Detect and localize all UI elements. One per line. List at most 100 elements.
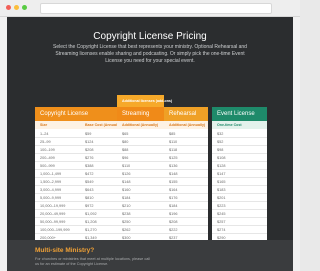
pricing-page: Copyright License Pricing Select the Cop… — [7, 17, 293, 271]
table-row: $32 — [212, 130, 267, 138]
price-cell: $155 — [169, 180, 178, 184]
price-cell: $274 — [217, 228, 226, 232]
streaming-title: Streaming — [117, 107, 164, 121]
table-row: $148 — [164, 170, 208, 178]
copyright-license-card: Copyright License Size Base Cost (Annual… — [35, 107, 117, 242]
rehearsal-title: Rehearsal — [164, 107, 208, 121]
table-row: $238 — [117, 210, 164, 218]
event-license-card: Event License One-time Cost $32 $52 $98 $10… — [212, 107, 267, 242]
table-row: 10,000–19,999 $972 — [35, 202, 117, 210]
table-row: $125 — [164, 154, 208, 162]
price-cell: $643 — [85, 188, 94, 192]
price-cell: $1,092 — [85, 212, 97, 216]
price-cell: $1,270 — [85, 228, 97, 232]
browser-toolbar — [0, 0, 300, 17]
table-row: $183 — [212, 186, 267, 194]
price-cell: $136 — [169, 164, 178, 168]
size-cell: 1–24 — [40, 132, 49, 136]
price-cell: $160 — [122, 188, 131, 192]
price-cell: $262 — [122, 228, 131, 232]
table-row: $160 — [117, 186, 164, 194]
size-column-header: Size — [40, 123, 48, 127]
price-cell: $210 — [122, 204, 131, 208]
price-cell: $59 — [85, 132, 92, 136]
table-row: 3,000–4,999 $643 — [35, 186, 117, 194]
table-row: $108 — [212, 154, 267, 162]
price-cell: $276 — [85, 156, 94, 160]
size-cell: 50,000–99,999 — [40, 220, 66, 224]
price-cell: $124 — [85, 140, 94, 144]
table-row: $85 — [164, 130, 208, 138]
table-row: $98 — [212, 146, 267, 154]
table-row: 5,000–9,999 $810 — [35, 194, 117, 202]
price-cell: $810 — [85, 196, 94, 200]
table-row: $136 — [164, 162, 208, 170]
price-cell: $201 — [217, 196, 226, 200]
rehearsal-rows: $85 $110 $118 $125 $136 $148 $155 $164 $176 $184 $… — [164, 129, 208, 242]
price-cell: $65 — [122, 132, 129, 136]
size-cell: 1,000–1,499 — [40, 172, 62, 176]
table-row: $118 — [164, 146, 208, 154]
address-bar[interactable] — [40, 3, 272, 14]
table-row: $155 — [164, 178, 208, 186]
price-cell: $176 — [169, 196, 178, 200]
close-window-icon[interactable] — [6, 5, 11, 10]
price-cell: $147 — [217, 172, 226, 176]
price-cell: $184 — [122, 196, 131, 200]
price-cell: $108 — [217, 156, 226, 160]
multi-site-section: Multi-site Ministry? For churches or min… — [7, 240, 293, 271]
minimize-window-icon[interactable] — [14, 5, 19, 10]
price-cell: $549 — [85, 180, 94, 184]
price-cell: $85 — [169, 132, 176, 136]
price-cell: $184 — [169, 204, 178, 208]
table-row: 500–999 $388 — [35, 162, 117, 170]
table-row: $80 — [117, 138, 164, 146]
table-row: $222 — [164, 226, 208, 234]
price-cell: $52 — [217, 140, 224, 144]
price-cell: $222 — [169, 228, 178, 232]
price-cell: $972 — [85, 204, 94, 208]
size-cell: 10,000–19,999 — [40, 204, 66, 208]
event-rows: $32 $52 $98 $108 $128 $147 $165 $183 $201 $223 $24… — [212, 129, 267, 242]
price-cell: $110 — [169, 140, 178, 144]
table-row: 100–199 $208 — [35, 146, 117, 154]
streaming-rows: $65 $80 $88 $96 $110 $126 $148 $160 $184 $210 $238… — [117, 129, 164, 242]
table-row: $96 — [117, 154, 164, 162]
table-row: $184 — [117, 194, 164, 202]
price-cell: $208 — [169, 220, 178, 224]
table-row: 1,500–2,999 $549 — [35, 178, 117, 186]
size-cell: 100–199 — [40, 148, 55, 152]
price-cell: $257 — [217, 220, 226, 224]
size-cell: 500–999 — [40, 164, 55, 168]
price-cell: $165 — [217, 180, 226, 184]
table-row: $250 — [117, 218, 164, 226]
table-row: $110 — [117, 162, 164, 170]
copyright-column-headers: Size Base Cost (Annually) — [35, 121, 117, 129]
table-row: 1,000–1,499 $472 — [35, 170, 117, 178]
rehearsal-column-header: Additional (Annually) — [164, 121, 208, 129]
browser-window: Copyright License Pricing Select the Cop… — [0, 0, 300, 271]
price-cell: $183 — [217, 188, 226, 192]
price-cell: $1,208 — [85, 220, 97, 224]
table-row: $245 — [212, 210, 267, 218]
table-row: $148 — [117, 178, 164, 186]
price-cell: $208 — [85, 148, 94, 152]
table-row: $126 — [117, 170, 164, 178]
price-cell: $125 — [169, 156, 178, 160]
price-cell: $88 — [122, 148, 129, 152]
table-row: 100,000–199,999 $1,270 — [35, 226, 117, 234]
price-cell: $223 — [217, 204, 226, 208]
table-row: 50,000–99,999 $1,208 — [35, 218, 117, 226]
copyright-rows: 1–24 $59 25–99 $124 100–199 $208 200–499 $276 50… — [35, 129, 117, 242]
price-cell: $98 — [217, 148, 224, 152]
table-row: 200–499 $276 — [35, 154, 117, 162]
size-cell: 3,000–4,999 — [40, 188, 62, 192]
table-row: $176 — [164, 194, 208, 202]
table-row: 1–24 $59 — [35, 130, 117, 138]
table-row: $147 — [212, 170, 267, 178]
table-row: $208 — [164, 218, 208, 226]
event-column-header: One-time Cost — [212, 121, 267, 129]
base-cost-column-header: Base Cost (Annually) — [85, 123, 117, 127]
maximize-window-icon[interactable] — [22, 5, 27, 10]
table-row: $110 — [164, 138, 208, 146]
